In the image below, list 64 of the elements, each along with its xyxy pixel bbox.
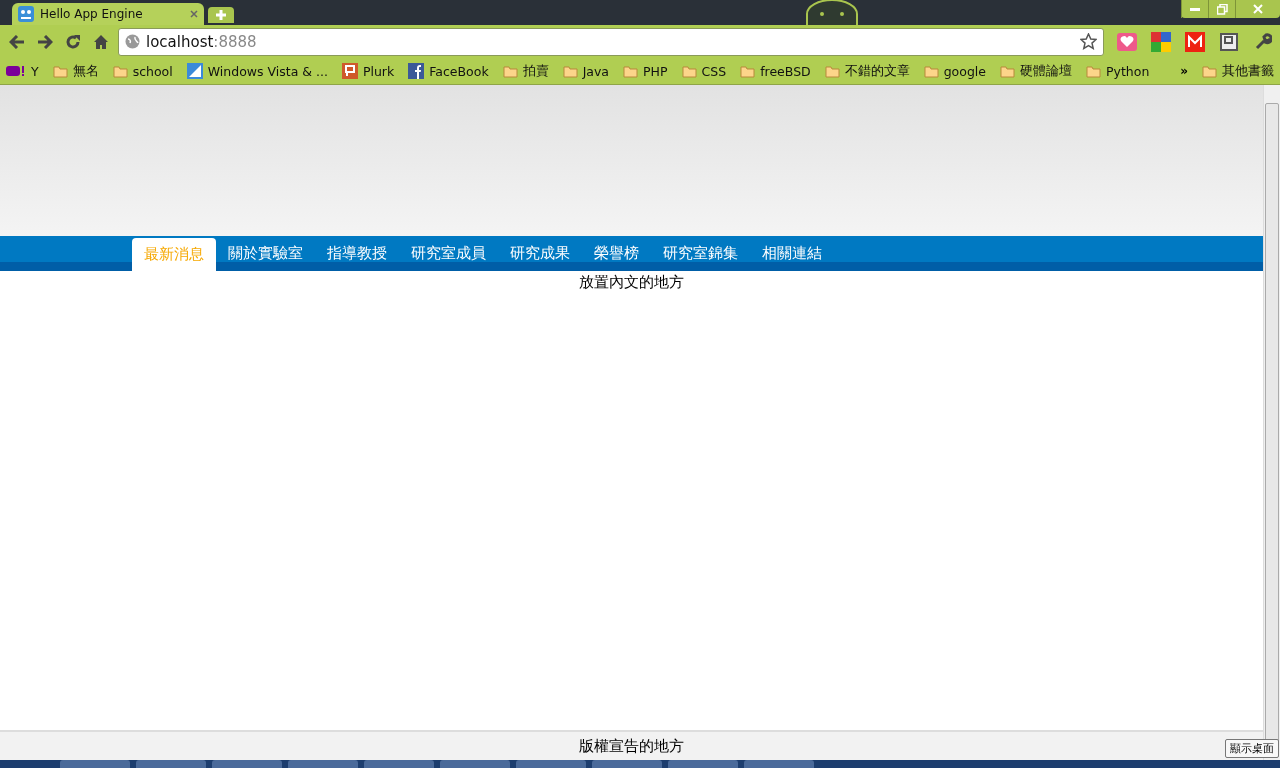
folder-icon: [681, 64, 697, 78]
restore-icon: [1216, 3, 1228, 15]
other-bookmarks[interactable]: 其他書籤: [1202, 62, 1274, 80]
bookmark[interactable]: Plurk: [341, 63, 395, 79]
bookmark[interactable]: 拍賣: [502, 62, 549, 80]
nav-tab[interactable]: 相關連結: [750, 236, 834, 271]
bookmark[interactable]: freeBSD: [740, 63, 811, 79]
home-icon: [93, 33, 109, 50]
folder-icon: [740, 64, 756, 78]
star-icon[interactable]: [1080, 33, 1097, 50]
robot-icon: [18, 6, 34, 22]
bookmark[interactable]: PHP: [623, 63, 668, 79]
folder-icon: [502, 64, 518, 78]
tab-title: Hello App Engine: [40, 7, 144, 21]
folder-icon: [623, 64, 639, 78]
facebook-logo-icon: [408, 63, 425, 79]
bookmark[interactable]: Windows Vista & ...: [186, 63, 328, 79]
globe-icon: [125, 34, 140, 49]
bookmark[interactable]: Java: [562, 63, 610, 79]
folder-icon: [1086, 64, 1101, 78]
folder-icon: [52, 64, 68, 78]
folder-icon: [112, 64, 128, 78]
folder-icon: [923, 64, 939, 78]
reload-icon: [65, 33, 81, 50]
folder-icon: [562, 64, 578, 78]
bookmark[interactable]: Y: [6, 63, 39, 79]
bookmark[interactable]: 無名: [52, 62, 99, 80]
nav-tab[interactable]: 研究成果: [498, 236, 582, 271]
browser-tab[interactable]: Hello App Engine: [12, 3, 204, 25]
address-bar[interactable]: localhost:8888: [118, 27, 1104, 56]
bookmark[interactable]: FaceBook: [408, 63, 489, 79]
content-text: 放置內文的地方: [579, 273, 684, 291]
close-icon: [1253, 4, 1263, 14]
heart-extension-icon[interactable]: [1116, 30, 1138, 53]
nav-tab[interactable]: 研究室成員: [399, 236, 498, 271]
folder-icon: [1202, 64, 1217, 78]
window-logo-icon: [186, 63, 203, 79]
bookmark[interactable]: 不錯的文章: [824, 62, 910, 80]
nav-tab[interactable]: 指導教授: [315, 236, 399, 271]
nav-tab[interactable]: 榮譽榜: [582, 236, 651, 271]
tooltip: 顯示桌面: [1225, 739, 1279, 758]
mail-extension-icon[interactable]: [1184, 30, 1206, 53]
plurk-logo-icon: [341, 63, 358, 79]
minimize-icon: [1190, 7, 1200, 11]
bookmark[interactable]: google: [923, 63, 986, 79]
new-tab-button[interactable]: [208, 7, 234, 23]
close-icon[interactable]: [190, 10, 198, 18]
right-arrow-icon: [37, 34, 53, 49]
nav-tab[interactable]: 研究室錦集: [651, 236, 750, 271]
scrollbar[interactable]: [1263, 85, 1280, 760]
bookmark[interactable]: Python: [1086, 63, 1150, 79]
bookmark[interactable]: 硬體論壇: [1000, 62, 1072, 80]
colored-blocks-extension-icon[interactable]: [1150, 30, 1172, 53]
bookmark[interactable]: school: [112, 63, 173, 79]
exclaim-logo-icon: [6, 65, 26, 77]
folder-icon: [824, 64, 840, 78]
plus-icon: [216, 10, 226, 20]
more-bookmarks-button[interactable]: »: [1180, 64, 1188, 78]
square-extension-icon[interactable]: [1218, 30, 1240, 53]
bookmark[interactable]: CSS: [681, 63, 727, 79]
left-arrow-icon: [9, 34, 25, 49]
url-text: localhost:8888: [146, 32, 258, 51]
nav-tab[interactable]: 關於實驗室: [216, 236, 315, 271]
folder-icon: [1000, 64, 1015, 78]
